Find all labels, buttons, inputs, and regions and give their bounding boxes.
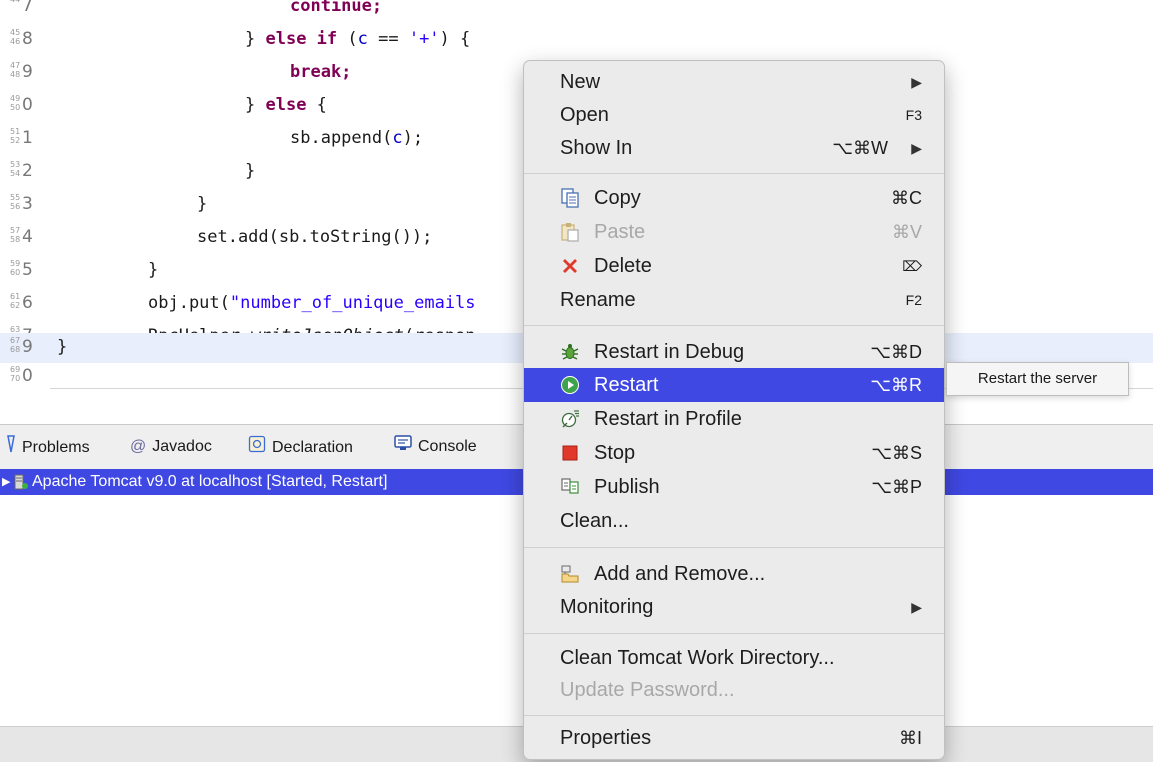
expand-arrow-icon[interactable]: ▶ <box>2 469 10 495</box>
context-menu: New ▶ Open F3 Show In ⌥⌘W ▶ Copy ⌘C Past… <box>523 60 945 760</box>
menu-item-add-and-remove[interactable]: Add and Remove... <box>524 557 944 591</box>
tab-javadoc[interactable]: @ Javadoc <box>130 435 212 459</box>
line-number: 45 46 8 <box>10 28 33 50</box>
menu-item-show-in[interactable]: Show In ⌥⌘W ▶ <box>524 131 944 165</box>
menu-item-rename[interactable]: Rename F2 <box>524 283 944 317</box>
line-number: 57 58 4 <box>10 226 33 248</box>
code-text: } <box>57 337 68 357</box>
menu-item-restart[interactable]: Restart ⌥⌘R <box>524 368 944 402</box>
line-number: 53 54 2 <box>10 160 33 182</box>
menu-item-delete[interactable]: Delete ⌦ <box>524 249 944 283</box>
menu-separator <box>524 715 944 716</box>
menu-item-update-password: Update Password... <box>560 679 735 701</box>
menu-item-properties[interactable]: Properties ⌘I <box>524 721 944 755</box>
code-text: } <box>245 161 256 181</box>
line-number: 51 52 1 <box>10 127 33 149</box>
submenu-arrow-icon: ▶ <box>911 599 922 615</box>
code-text: } else { <box>245 95 327 115</box>
submenu-arrow-icon: ▶ <box>911 140 922 156</box>
code-text: obj.put("number_of_unique_emails <box>148 293 476 313</box>
debug-icon <box>561 344 579 360</box>
line-number: 55 56 3 <box>10 193 33 215</box>
menu-separator <box>524 547 944 548</box>
paste-icon <box>561 223 579 242</box>
declaration-icon <box>248 435 266 461</box>
delete-icon <box>563 259 577 273</box>
menu-item-clean-work-directory[interactable]: Clean Tomcat Work Directory... <box>524 641 944 675</box>
line-number: 61 62 6 <box>10 292 33 314</box>
console-icon <box>394 435 412 459</box>
code-text: } <box>148 260 159 280</box>
problems-icon <box>6 435 16 461</box>
menu-item-publish[interactable]: Publish ⌥⌘P <box>524 470 944 504</box>
menu-item-monitoring[interactable]: Monitoring ▶ <box>524 590 944 624</box>
submenu-arrow-icon: ▶ <box>911 74 922 90</box>
menu-item-clean[interactable]: Clean... <box>524 504 944 538</box>
menu-item-paste: Paste ⌘V <box>524 215 944 249</box>
menu-item-new[interactable]: New ▶ <box>524 65 944 99</box>
menu-item-copy[interactable]: Copy ⌘C <box>524 181 944 215</box>
copy-icon <box>561 188 579 208</box>
code-text: } else if (c == '+') { <box>245 29 471 49</box>
line-number: 49 50 0 <box>10 94 33 116</box>
menu-item-restart-in-debug[interactable]: Restart in Debug ⌥⌘D <box>524 335 944 369</box>
server-icon <box>14 474 28 490</box>
line-number: 47 48 9 <box>10 61 33 83</box>
code-text: continue; <box>290 0 383 16</box>
menu-separator <box>524 173 944 174</box>
tab-declaration[interactable]: Declaration <box>248 435 353 459</box>
add-remove-icon <box>561 565 579 583</box>
menu-item-stop[interactable]: Stop ⌥⌘S <box>524 436 944 470</box>
line-number: 44 7 <box>10 0 33 16</box>
code-text: set.add(sb.toString()); <box>197 227 433 247</box>
code-text: } <box>197 194 208 214</box>
line-number: 67 68 9 <box>10 336 33 358</box>
menu-separator <box>524 633 944 634</box>
at-icon: @ <box>130 438 147 455</box>
menu-item-open[interactable]: Open F3 <box>524 98 944 132</box>
code-line: 45 46 8 } else if (c == '+') { <box>0 23 1153 56</box>
menu-separator <box>524 325 944 326</box>
menu-item-restart-in-profile[interactable]: Restart in Profile <box>524 402 944 436</box>
publish-icon <box>561 478 579 494</box>
code-line: 44 7 continue; <box>0 0 1153 23</box>
profile-icon <box>561 410 579 428</box>
tooltip: Restart the server <box>946 362 1129 396</box>
code-text: break; <box>290 62 352 82</box>
code-text: sb.append(c); <box>290 128 424 148</box>
line-number: 59 60 5 <box>10 259 33 281</box>
restart-icon <box>561 376 579 394</box>
tab-console[interactable]: Console <box>394 435 477 459</box>
line-number: 69 70 0 <box>10 365 33 387</box>
tab-problems[interactable]: Problems <box>6 435 90 459</box>
stop-icon <box>562 445 578 461</box>
